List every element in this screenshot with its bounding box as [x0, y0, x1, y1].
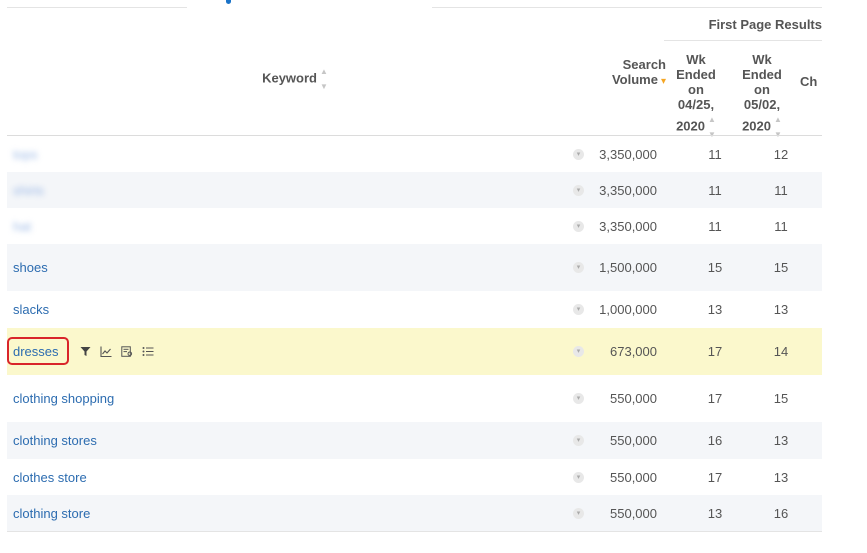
- wk1-header-line: Ended: [676, 67, 716, 82]
- search-volume-cell: 673,000: [610, 344, 657, 359]
- search-volume-cell: 550,000: [610, 505, 657, 521]
- wk2-header-line: Wk: [752, 52, 772, 67]
- group-header-divider: [664, 40, 822, 41]
- keyword-link[interactable]: clothes store: [13, 470, 87, 485]
- keyword-link[interactable]: clothing shopping: [13, 391, 114, 406]
- wk2-rank-cell: 13: [773, 302, 789, 317]
- serp-snapshot-icon[interactable]: [121, 346, 133, 357]
- wk1-rank-cell: 13: [707, 505, 723, 521]
- search-volume-cell: 1,000,000: [599, 302, 657, 317]
- expand-dropdown-icon[interactable]: ▾: [573, 471, 584, 483]
- table-row[interactable]: tops ▾ 3,350,000 11 12: [7, 136, 822, 172]
- wk1-rank-cell: 13: [707, 302, 723, 317]
- search-volume-cell: 1,500,000: [599, 260, 657, 275]
- table-row[interactable]: clothing store ▾ 550,000 13 16: [7, 495, 822, 531]
- wk2-rank-cell: 15: [773, 391, 789, 406]
- search-volume-cell: 3,350,000: [599, 146, 657, 162]
- wk2-rank-cell: 13: [773, 469, 789, 485]
- table-row[interactable]: clothing stores ▾ 550,000 16 13: [7, 422, 822, 459]
- table-row[interactable]: hat ▾ 3,350,000 11 11: [7, 208, 822, 244]
- first-page-results-header: First Page Results: [708, 17, 822, 32]
- search-volume-cell: 550,000: [610, 433, 657, 448]
- search-volume-cell: 550,000: [610, 469, 657, 485]
- keyword-link[interactable]: hat: [13, 219, 31, 234]
- keyword-link[interactable]: clothing store: [13, 506, 90, 521]
- wk1-rank-cell: 17: [707, 344, 723, 359]
- wk2-header-line: 05/02,: [743, 97, 781, 112]
- keyword-link[interactable]: shirts: [13, 183, 44, 198]
- top-divider-gap: [187, 6, 432, 9]
- sort-desc-caret-icon[interactable]: ▾: [661, 74, 666, 89]
- keyword-link[interactable]: clothing stores: [13, 433, 97, 448]
- search-volume-column-header[interactable]: Search Volume ▾: [590, 57, 666, 89]
- wk2-rank-cell: 14: [773, 344, 789, 359]
- wk1-header-line: 2020: [676, 118, 705, 134]
- wk2-rank-cell: 11: [774, 218, 788, 234]
- table-row-highlighted[interactable]: dresses ▾ 673,000 17 14: [7, 328, 822, 375]
- wk2-header-line: 2020: [742, 118, 771, 134]
- wk2-rank-cell: 13: [773, 433, 789, 448]
- table-row[interactable]: slacks ▾ 1,000,000 13 13: [7, 291, 822, 328]
- keyword-link[interactable]: slacks: [13, 302, 49, 317]
- table-row[interactable]: clothes store ▾ 550,000 17 13: [7, 459, 822, 495]
- keyword-link[interactable]: tops: [13, 147, 38, 162]
- expand-dropdown-icon[interactable]: ▾: [573, 435, 584, 446]
- wk2-header-line: on: [754, 82, 770, 97]
- expand-dropdown-icon[interactable]: ▾: [573, 393, 584, 404]
- search-volume-cell: 3,350,000: [599, 218, 657, 234]
- sort-arrows-icon[interactable]: ▲▼: [320, 64, 328, 94]
- search-volume-cell: 550,000: [610, 391, 657, 406]
- wk2-rank-cell: 15: [773, 260, 789, 275]
- keyword-link[interactable]: dresses: [13, 344, 59, 359]
- wk-0425-column-header[interactable]: Wk Ended on 04/25, 2020▲▼: [672, 52, 720, 142]
- scroll-indicator: [226, 0, 231, 4]
- wk1-header-line: Wk: [686, 52, 706, 67]
- expand-dropdown-icon[interactable]: ▾: [573, 262, 584, 273]
- keyword-column-header[interactable]: Keyword ▲ ▼: [240, 64, 350, 94]
- wk1-rank-cell: 17: [707, 469, 723, 485]
- list-icon[interactable]: [142, 346, 154, 357]
- wk2-header-line: Ended: [742, 67, 782, 82]
- wk2-rank-cell: 12: [773, 146, 789, 162]
- line-chart-icon[interactable]: [100, 346, 112, 357]
- expand-dropdown-icon[interactable]: ▾: [573, 304, 584, 315]
- wk1-rank-cell: 11: [708, 182, 722, 198]
- wk-0502-column-header[interactable]: Wk Ended on 05/02, 2020▲▼: [738, 52, 786, 142]
- wk2-rank-cell: 16: [773, 505, 789, 521]
- table-row[interactable]: clothing shopping ▾ 550,000 17 15: [7, 375, 822, 422]
- table-bottom-divider: [7, 531, 822, 532]
- wk1-header-line: 04/25,: [677, 97, 715, 112]
- wk1-rank-cell: 11: [708, 146, 722, 162]
- expand-dropdown-icon[interactable]: ▾: [573, 507, 584, 519]
- search-volume-cell: 3,350,000: [599, 182, 657, 198]
- keyword-header-label: Keyword: [262, 70, 317, 86]
- wk1-header-line: on: [688, 82, 704, 97]
- row-tools: [80, 346, 154, 357]
- wk1-rank-cell: 16: [707, 433, 723, 448]
- expand-dropdown-icon[interactable]: ▾: [573, 346, 584, 357]
- expand-dropdown-icon[interactable]: ▾: [573, 184, 584, 196]
- keyword-link[interactable]: shoes: [13, 260, 48, 275]
- expand-dropdown-icon[interactable]: ▾: [573, 148, 584, 160]
- wk2-rank-cell: 11: [774, 182, 788, 198]
- wk1-rank-cell: 11: [708, 218, 722, 234]
- search-volume-header-line1: Search: [622, 57, 666, 72]
- filter-icon[interactable]: [80, 346, 91, 357]
- search-volume-header-line2: Volume: [611, 72, 658, 87]
- wk1-rank-cell: 17: [707, 391, 723, 406]
- table-row[interactable]: shoes ▾ 1,500,000 15 15: [7, 244, 822, 291]
- change-column-header[interactable]: Ch: [800, 74, 840, 89]
- table-row[interactable]: shirts ▾ 3,350,000 11 11: [7, 172, 822, 208]
- wk1-rank-cell: 15: [707, 260, 723, 275]
- expand-dropdown-icon[interactable]: ▾: [573, 220, 584, 232]
